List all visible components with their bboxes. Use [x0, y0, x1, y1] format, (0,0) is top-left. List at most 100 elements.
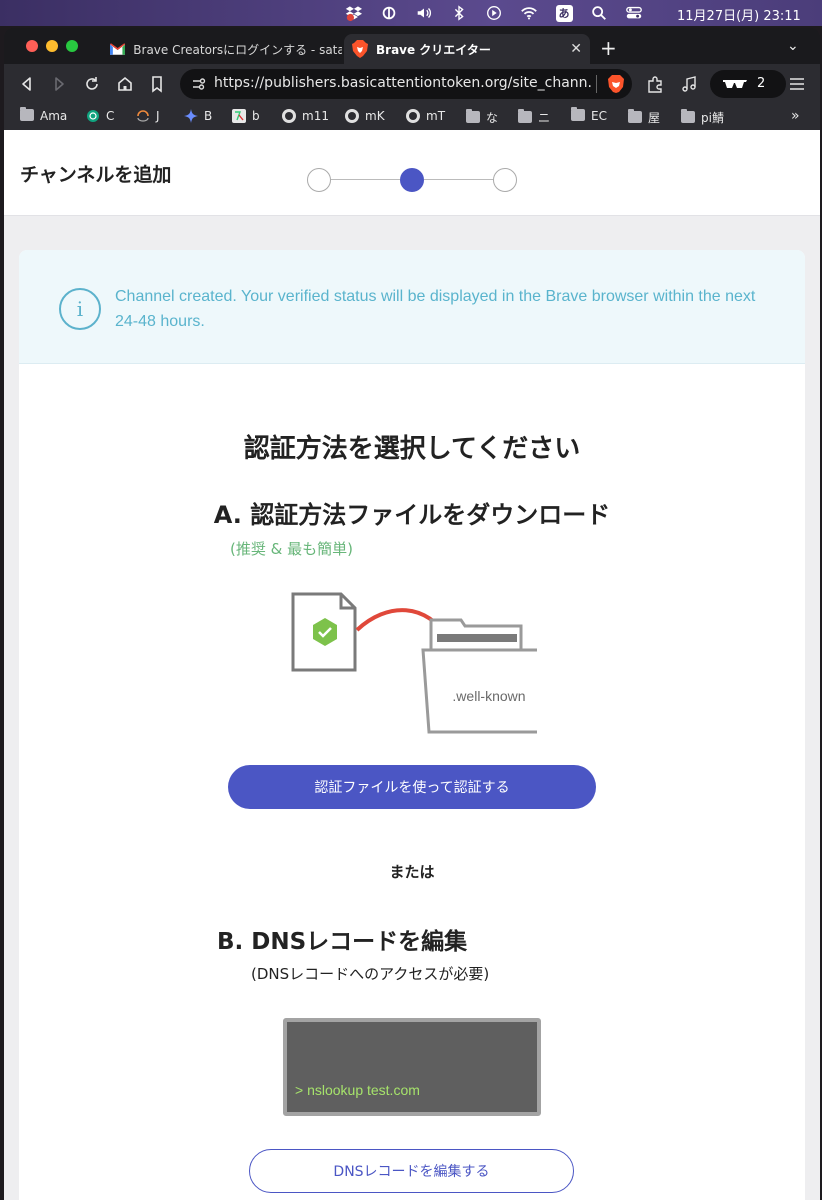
step-2-current — [400, 168, 424, 192]
new-tab-button[interactable]: + — [600, 36, 617, 60]
option-b-requirement-note: (DNSレコードへのアクセスが必要) — [251, 965, 490, 983]
bluetooth-icon[interactable] — [449, 3, 469, 23]
verification-card: i Channel created. Your verified status … — [19, 250, 805, 1200]
home-button[interactable] — [114, 73, 136, 95]
bookmark-label: EC — [591, 109, 607, 123]
terminal-command: > nslookup test.com — [295, 1082, 420, 1098]
bookmark-item[interactable]: mK — [345, 109, 385, 123]
address-bar[interactable]: https://publishers.basicattentiontoken.o… — [180, 69, 632, 99]
brave-icon — [352, 40, 368, 58]
reload-button[interactable] — [81, 73, 103, 95]
extensions-icon[interactable] — [644, 73, 666, 95]
bookmarks-bar: Ama C J B b m11 mK mT な ニ EC 屋 pi鯖 » — [4, 104, 820, 130]
info-icon: i — [59, 288, 101, 330]
stepper-line — [424, 179, 493, 180]
tab-brave-creators-login[interactable]: Brave Creatorsにログインする - satak — [102, 34, 342, 64]
brave-shields-icon[interactable] — [606, 74, 626, 94]
bookmark-item[interactable]: b — [232, 109, 260, 123]
site-settings-icon[interactable] — [192, 77, 206, 91]
bookmarks-overflow-button[interactable]: » — [791, 108, 800, 124]
tab-title: Brave クリエイター — [376, 42, 491, 57]
verification-file-icon — [291, 592, 357, 672]
gemini-icon — [184, 109, 198, 123]
bookmark-label: な — [486, 111, 499, 125]
wifi-icon[interactable] — [519, 3, 539, 23]
media-music-icon[interactable] — [678, 73, 700, 95]
dropbox-icon[interactable] — [344, 3, 364, 23]
minimize-window-button[interactable] — [46, 40, 58, 52]
volume-icon[interactable] — [414, 3, 434, 23]
play-icon[interactable] — [484, 3, 504, 23]
file-to-folder-illustration: .well-known — [291, 592, 537, 734]
input-method-icon[interactable]: あ — [554, 3, 574, 23]
tor-count: 2 — [757, 76, 766, 91]
bookmark-label: B — [204, 109, 213, 123]
bookmark-button[interactable] — [146, 73, 168, 95]
bookmark-label: m11 — [302, 109, 329, 123]
tab-list-chevron-icon[interactable]: ⌄ — [787, 38, 799, 54]
bookmark-item[interactable]: J — [136, 109, 160, 123]
bookmark-label: Ama — [40, 109, 68, 123]
bookmark-label: b — [252, 109, 260, 123]
globe-icon — [406, 109, 420, 123]
step-3 — [493, 168, 517, 192]
bookmark-item[interactable]: な — [466, 108, 499, 126]
translate-icon — [232, 109, 246, 123]
bookmark-label: mT — [426, 109, 446, 123]
bookmark-item[interactable]: Ama — [20, 107, 68, 123]
bookmark-item[interactable]: mT — [406, 109, 445, 123]
chatgpt-icon — [86, 109, 100, 123]
bookmark-label: J — [156, 109, 160, 123]
edit-dns-record-button[interactable]: DNSレコードを編集する — [249, 1149, 574, 1193]
browser-toolbar: https://publishers.basicattentiontoken.o… — [4, 64, 820, 104]
close-window-button[interactable] — [26, 40, 38, 52]
step-1 — [307, 168, 331, 192]
bookmark-item[interactable]: pi鯖 — [681, 108, 724, 126]
sunglasses-icon — [723, 80, 747, 88]
browser-window: Brave Creatorsにログインする - satak Brave クリエイ… — [4, 28, 820, 1200]
back-button[interactable] — [16, 73, 38, 95]
tab-strip: Brave Creatorsにログインする - satak Brave クリエイ… — [4, 28, 820, 64]
or-separator: または — [389, 863, 435, 881]
input-method-label: あ — [555, 4, 573, 22]
bookmark-item[interactable]: 屋 — [628, 108, 661, 126]
menu-bar-clock[interactable]: 11月27日(月) 23:11 — [677, 5, 801, 24]
bookmark-item[interactable]: B — [184, 109, 212, 123]
globe-icon — [345, 109, 359, 123]
stepper-line — [331, 179, 400, 180]
option-a-heading: A. 認証方法ファイルをダウンロード — [213, 501, 611, 529]
bookmark-label: 屋 — [648, 111, 661, 125]
bookmark-label: pi鯖 — [701, 111, 724, 125]
zoom-window-button[interactable] — [66, 40, 78, 52]
folder-icon — [20, 107, 34, 123]
channel-created-alert: i Channel created. Your verified status … — [19, 250, 805, 364]
url-text: https://publishers.basicattentiontoken.o… — [214, 75, 592, 91]
bookmark-item[interactable]: EC — [571, 107, 607, 123]
1password-icon[interactable] — [379, 3, 399, 23]
close-tab-icon[interactable]: ✕ — [570, 41, 582, 57]
macos-menu-bar: あ 11月27日(月) 23:11 — [0, 0, 822, 26]
option-a-recommended-note: (推奨 & 最も簡単) — [230, 540, 353, 558]
tab-title: Brave Creatorsにログインする - satak — [133, 42, 342, 57]
private-tor-window-badge[interactable]: 2 — [710, 70, 786, 98]
control-center-icon[interactable] — [624, 3, 644, 23]
bookmark-label: C — [106, 109, 115, 123]
tab-brave-creators[interactable]: Brave クリエイター ✕ — [344, 34, 590, 64]
spotlight-icon[interactable] — [589, 3, 609, 23]
well-known-folder-icon — [421, 618, 537, 734]
forward-button[interactable] — [48, 73, 70, 95]
folder-icon — [571, 107, 585, 123]
ring-icon — [136, 109, 150, 123]
verify-with-file-button[interactable]: 認証ファイルを使って認証する — [228, 765, 596, 809]
alert-message: Channel created. Your verified status wi… — [115, 288, 756, 330]
page-content: チャンネルを追加 i Channel created. Your verifie… — [4, 130, 820, 1200]
bookmark-item[interactable]: C — [86, 109, 114, 123]
progress-stepper — [307, 168, 517, 192]
folder-icon — [681, 108, 695, 125]
bookmark-item[interactable]: ニ — [518, 108, 550, 126]
main-menu-button[interactable] — [786, 73, 808, 95]
url-divider — [596, 75, 597, 93]
folder-icon — [466, 108, 480, 125]
bookmark-label: mK — [365, 109, 385, 123]
bookmark-item[interactable]: m11 — [282, 109, 329, 123]
